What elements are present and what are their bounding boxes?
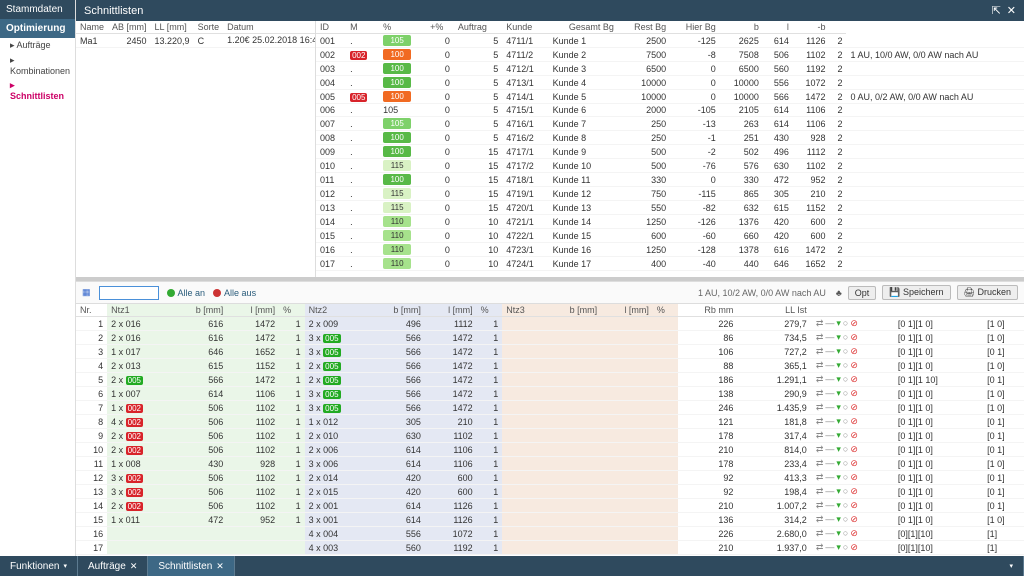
order-row[interactable]: 001.105054711/1Kunde 12500-1252625614112… [316, 34, 1024, 48]
sidebar-item-auftraege[interactable]: ▸ Aufträge [0, 38, 75, 53]
sidebar-item-schnittlisten[interactable]: ▸ Schnittlisten [0, 78, 75, 103]
order-row[interactable]: 011.1000154718/1Kunde 1133003304729522 [316, 173, 1024, 187]
functions-menu[interactable]: Funktionen▾ [0, 556, 78, 576]
order-row[interactable]: 002002100054711/2Kunde 27500-87508506110… [316, 48, 1024, 62]
order-row[interactable]: 008.100054716/2Kunde 8250-12514309282 [316, 131, 1024, 145]
toolbar: ▦ Alle an Alle aus 1 AU, 10/2 AW, 0/0 AW… [76, 281, 1024, 304]
opt-button[interactable]: Opt [848, 286, 877, 300]
order-row[interactable]: 014.1100104721/1Kunde 141250-12613764206… [316, 215, 1024, 229]
sidebar-item-kombinationen[interactable]: ▸ Kombinationen [0, 53, 75, 78]
order-row[interactable]: 012.1150154719/1Kunde 12750-115865305210… [316, 187, 1024, 201]
order-row[interactable]: 013.1150154720/1Kunde 13550-826326151152… [316, 201, 1024, 215]
status-text: 1 AU, 10/2 AW, 0/0 AW nach AU [698, 288, 826, 298]
sidebar-tab-optimierung[interactable]: Optimierung [0, 19, 75, 38]
cut-row[interactable]: 151 x 01147295213 x 00161411261136314,2⇄… [76, 513, 1024, 527]
cut-row[interactable]: 31 x 017646165213 x 00556614721106727,2⇄… [76, 345, 1024, 359]
all-on-button[interactable]: Alle an [167, 288, 206, 298]
cut-row[interactable]: 164 x 004556107212262.680,0⇄—▾○⊘[0][1][1… [76, 527, 1024, 541]
cut-row[interactable]: 133 x 002506110212 x 015420600192198,4⇄—… [76, 485, 1024, 499]
popout-icon[interactable]: ⇱ [992, 4, 1001, 17]
panel-title: Schnittlisten [84, 5, 143, 17]
order-row[interactable]: 010.1150154717/2Kunde 10500-765766301102… [316, 159, 1024, 173]
cut-row[interactable]: 92 x 002506110212 x 01063011021178317,4⇄… [76, 429, 1024, 443]
order-row[interactable]: 009.1000154717/1Kunde 9500-250249611122 [316, 145, 1024, 159]
order-row[interactable]: 007.105054716/1Kunde 7250-1326361411062 [316, 117, 1024, 131]
order-row[interactable]: 004.100054713/1Kunde 4100000100005561072… [316, 76, 1024, 90]
sidebar-tab-stammdaten[interactable]: Stammdaten [0, 0, 75, 19]
close-icon[interactable]: ✕ [1007, 4, 1016, 17]
panel-header: Schnittlisten ⇱ ✕ [76, 0, 1024, 21]
cut-row[interactable]: 102 x 002506110212 x 00661411061210814,0… [76, 443, 1024, 457]
order-row[interactable]: 005005100054714/1Kunde 51000001000056614… [316, 90, 1024, 104]
statusbar-dropdown[interactable]: ▾ [995, 556, 1024, 576]
cut-row[interactable]: 123 x 002506110212 x 014420600192413,3⇄—… [76, 471, 1024, 485]
order-row[interactable]: 016.1100104723/1Kunde 161250-12813786161… [316, 243, 1024, 257]
cut-row[interactable]: 111 x 00843092813 x 00661411061178233,4⇄… [76, 457, 1024, 471]
order-row[interactable]: 006.105054715/1Kunde 62000-1052105614110… [316, 104, 1024, 117]
order-row[interactable]: 003.100054712/1Kunde 365000650056011922 [316, 62, 1024, 76]
statusbar: Funktionen▾ Aufträge✕ Schnittlisten✕ ▾ [0, 556, 1024, 576]
cut-row[interactable]: 84 x 002506110211 x 0123052101121181,8⇄—… [76, 415, 1024, 429]
order-row[interactable]: 015.1100104722/1Kunde 15600-606604206002 [316, 229, 1024, 243]
machine-row[interactable]: Ma1 2450 13.220,9 C 1.20€ 25.02.2018 16:… [76, 34, 316, 48]
filter-icon[interactable]: ▦ [82, 287, 91, 298]
print-button[interactable]: 🖨 Drucken [957, 285, 1018, 300]
cut-row[interactable]: 42 x 013615115212 x 0055661472188365,1⇄—… [76, 359, 1024, 373]
cut-row[interactable]: 142 x 002506110212 x 001614112612101.007… [76, 499, 1024, 513]
filter-input[interactable] [99, 286, 159, 300]
all-off-button[interactable]: Alle aus [213, 288, 256, 298]
save-button[interactable]: 💾 Speichern [882, 285, 950, 300]
machine-table: NameAB [mm]LL [mm]SorteDatum Ma1 2450 13… [76, 21, 316, 48]
cut-row[interactable]: 61 x 007614110613 x 00556614721138290,9⇄… [76, 387, 1024, 401]
cut-row[interactable]: 22 x 016616147213 x 0055661472186734,5⇄—… [76, 331, 1024, 345]
cut-row[interactable]: 174 x 003560119212101.937,0⇄—▾○⊘[0][1][1… [76, 541, 1024, 555]
tab-auftraege[interactable]: Aufträge✕ [78, 556, 148, 576]
sidebar: Stammdaten Optimierung ▸ Aufträge ▸ Komb… [0, 0, 76, 556]
cut-table: Nr.Ntz1b [mm]l [mm]%Ntz2b [mm]l [mm]%Ntz… [76, 304, 1024, 555]
order-row[interactable]: 017.1100104724/1Kunde 17400-404406461652… [316, 257, 1024, 271]
tab-schnittlisten[interactable]: Schnittlisten✕ [148, 556, 234, 576]
cut-row[interactable]: 52 x 005566147212 x 005566147211861.291,… [76, 373, 1024, 387]
order-table: IDM%+%AuftragKundeGesamt BgRest BgHier B… [316, 21, 1024, 271]
tree-icon[interactable]: ♣ [836, 288, 842, 298]
cut-row[interactable]: 12 x 016616147212 x 00949611121226279,7⇄… [76, 317, 1024, 331]
cut-row[interactable]: 71 x 002506110213 x 005566147212461.435,… [76, 401, 1024, 415]
